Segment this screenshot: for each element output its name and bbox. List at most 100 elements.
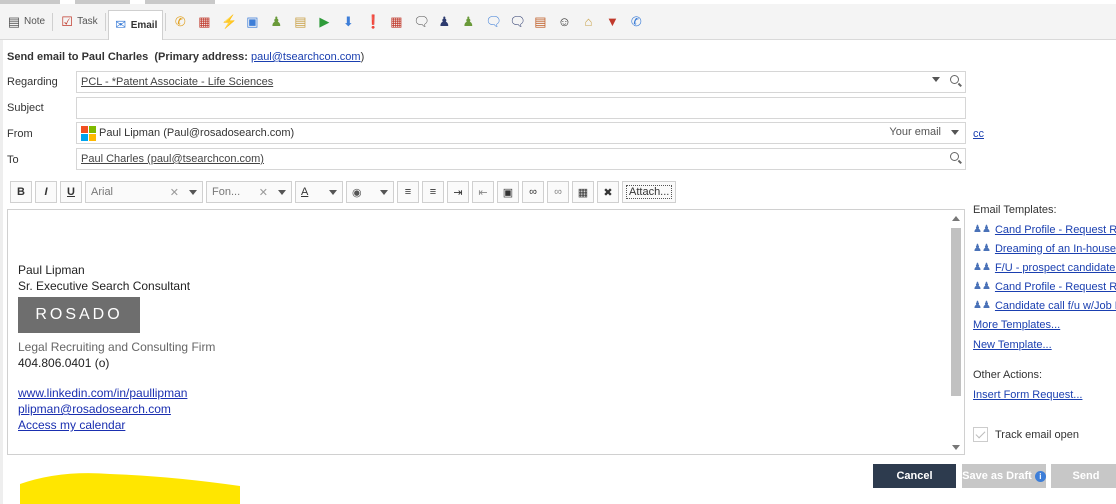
outdent-button[interactable]: ⇤: [472, 181, 494, 203]
underline-button[interactable]: U: [60, 181, 82, 203]
email-tab[interactable]: ✉ Email: [107, 9, 164, 40]
attach-button[interactable]: Attach...: [622, 181, 677, 203]
scroll-up-icon[interactable]: [952, 216, 960, 221]
font-family-value: Arial: [91, 186, 114, 198]
attach-label: Attach...: [626, 185, 673, 199]
italic-button[interactable]: I: [35, 181, 57, 203]
search-icon[interactable]: [950, 152, 959, 161]
thumbs-down-button[interactable]: ▼: [600, 9, 624, 35]
template-item[interactable]: ♟♟ Dreaming of an In-house r: [973, 239, 1116, 258]
phone-blue-icon: ✆: [630, 13, 642, 29]
cancel-button[interactable]: Cancel: [873, 464, 956, 488]
to-field[interactable]: Paul Charles (paul@tsearchcon.com): [76, 148, 966, 170]
people-icon: ♟♟: [973, 300, 991, 311]
editor-scrollbar[interactable]: [950, 214, 962, 452]
bold-button[interactable]: B: [10, 181, 32, 203]
recipient-heading: Send email to Paul Charles: [7, 51, 149, 63]
template-item[interactable]: ♟♟ Cand Profile - Request Res: [973, 220, 1116, 239]
alert-button[interactable]: ❗: [360, 9, 384, 35]
unlink-button[interactable]: ∞: [547, 181, 569, 203]
call-button[interactable]: ✆: [168, 9, 192, 35]
to-value[interactable]: Paul Charles (paul@tsearchcon.com): [81, 153, 264, 165]
save-draft-button[interactable]: Save as Draft i: [962, 464, 1046, 488]
template-item[interactable]: ♟♟ Cand Profile - Request Res: [973, 277, 1116, 296]
template-link[interactable]: Cand Profile - Request Res: [995, 224, 1116, 236]
indent-button[interactable]: ⇥: [447, 181, 469, 203]
home-button[interactable]: ⌂: [576, 9, 600, 35]
insert-table-button[interactable]: ▦: [572, 181, 594, 203]
scroll-down-icon[interactable]: [952, 445, 960, 450]
document-icon: ▤: [294, 13, 307, 29]
chevron-down-icon[interactable]: [932, 77, 940, 82]
font-size-value: Fon...: [212, 186, 241, 198]
chevron-down-icon[interactable]: [278, 189, 286, 195]
download-button[interactable]: ⬇: [336, 9, 360, 35]
document-button[interactable]: ▤: [288, 9, 312, 35]
template-link[interactable]: Cand Profile - Request Res: [995, 281, 1116, 293]
search-icon[interactable]: [950, 75, 959, 84]
calendar-link[interactable]: Access my calendar: [18, 417, 215, 433]
task-tab[interactable]: ☑ Task: [55, 9, 103, 35]
person-search-button[interactable]: ♟: [264, 9, 288, 35]
cc-link[interactable]: cc: [973, 128, 984, 140]
insert-link-button[interactable]: ∞: [522, 181, 544, 203]
font-color-select[interactable]: A: [295, 181, 343, 203]
clear-icon[interactable]: ✕: [170, 186, 179, 199]
insert-image-button[interactable]: ▣: [497, 181, 519, 203]
send-button-toolbar[interactable]: ▶: [312, 9, 336, 35]
template-item[interactable]: ♟♟ F/U - prospect candidate i: [973, 258, 1116, 277]
call-log-button[interactable]: ✆: [624, 9, 648, 35]
send-button[interactable]: Send: [1051, 464, 1116, 488]
scroll-icon: ▤: [534, 13, 547, 29]
highlight-color-select[interactable]: ◉: [346, 181, 394, 203]
new-template-link[interactable]: New Template...: [973, 335, 1116, 355]
thumbs-down-icon: ▼: [605, 13, 619, 29]
chevron-down-icon[interactable]: [189, 189, 197, 195]
scroll-button[interactable]: ▤: [528, 9, 552, 35]
quick-action-button[interactable]: ⚡: [216, 9, 240, 35]
track-email-option[interactable]: Track email open: [973, 427, 1079, 442]
signature-firm: Legal Recruiting and Consulting Firm: [18, 340, 216, 354]
calendar-button[interactable]: ▦: [192, 9, 216, 35]
conversation-button[interactable]: 🗨: [504, 9, 528, 35]
linkedin-link[interactable]: www.linkedin.com/in/paullipman: [18, 385, 215, 401]
clear-format-button[interactable]: ✖: [597, 181, 619, 203]
linkedin-button[interactable]: ▣: [240, 9, 264, 35]
chevron-down-icon[interactable]: [951, 129, 959, 135]
scrollbar-thumb[interactable]: [951, 228, 961, 396]
contact-button[interactable]: ♟: [432, 9, 456, 35]
more-templates-link[interactable]: More Templates...: [973, 315, 1116, 335]
regarding-field[interactable]: PCL - *Patent Associate - Life Sciences: [76, 71, 966, 93]
conversation-icon: 🗨: [509, 13, 526, 29]
template-link[interactable]: F/U - prospect candidate i: [995, 262, 1116, 274]
smiley-icon: ☺: [557, 13, 572, 29]
chevron-down-icon: [329, 189, 337, 195]
font-size-select[interactable]: Fon... ✕: [206, 181, 292, 203]
subject-input[interactable]: [76, 97, 966, 119]
template-item[interactable]: ♟♟ Candidate call f/u w/Job D: [973, 296, 1116, 315]
template-link[interactable]: Candidate call f/u w/Job D: [995, 300, 1116, 312]
chat-bubble-icon: 🗨: [413, 13, 430, 29]
to-controls: [950, 152, 959, 161]
money-person-button[interactable]: ♟: [456, 9, 480, 35]
signature-email-link[interactable]: plipman@rosadosearch.com: [18, 401, 215, 417]
chat-button[interactable]: 🗨: [408, 9, 432, 35]
schedule-button[interactable]: ▦: [384, 9, 408, 35]
message-button[interactable]: 🗨: [480, 9, 504, 35]
note-tab[interactable]: ▤ Note: [2, 9, 50, 35]
clear-icon[interactable]: ✕: [259, 186, 268, 199]
insert-form-link[interactable]: Insert Form Request...: [973, 385, 1116, 405]
email-body-editor[interactable]: Paul Lipman Sr. Executive Search Consult…: [7, 209, 965, 455]
smiley-button[interactable]: ☺: [552, 9, 576, 35]
bullet-list-button[interactable]: ≡: [397, 181, 419, 203]
template-link[interactable]: Dreaming of an In-house r: [995, 243, 1116, 255]
primary-email-link[interactable]: paul@tsearchcon.com: [251, 51, 361, 63]
from-field[interactable]: Paul Lipman (Paul@rosadosearch.com) Your…: [76, 122, 966, 144]
track-checkbox[interactable]: [973, 427, 988, 442]
numbered-list-button[interactable]: ≡: [422, 181, 444, 203]
signature-phone: 404.806.0401 (o): [18, 356, 110, 370]
table-icon: ▦: [577, 186, 589, 199]
font-family-select[interactable]: Arial ✕: [85, 181, 203, 203]
templates-title: Email Templates:: [973, 204, 1057, 216]
regarding-value[interactable]: PCL - *Patent Associate - Life Sciences: [81, 76, 273, 88]
